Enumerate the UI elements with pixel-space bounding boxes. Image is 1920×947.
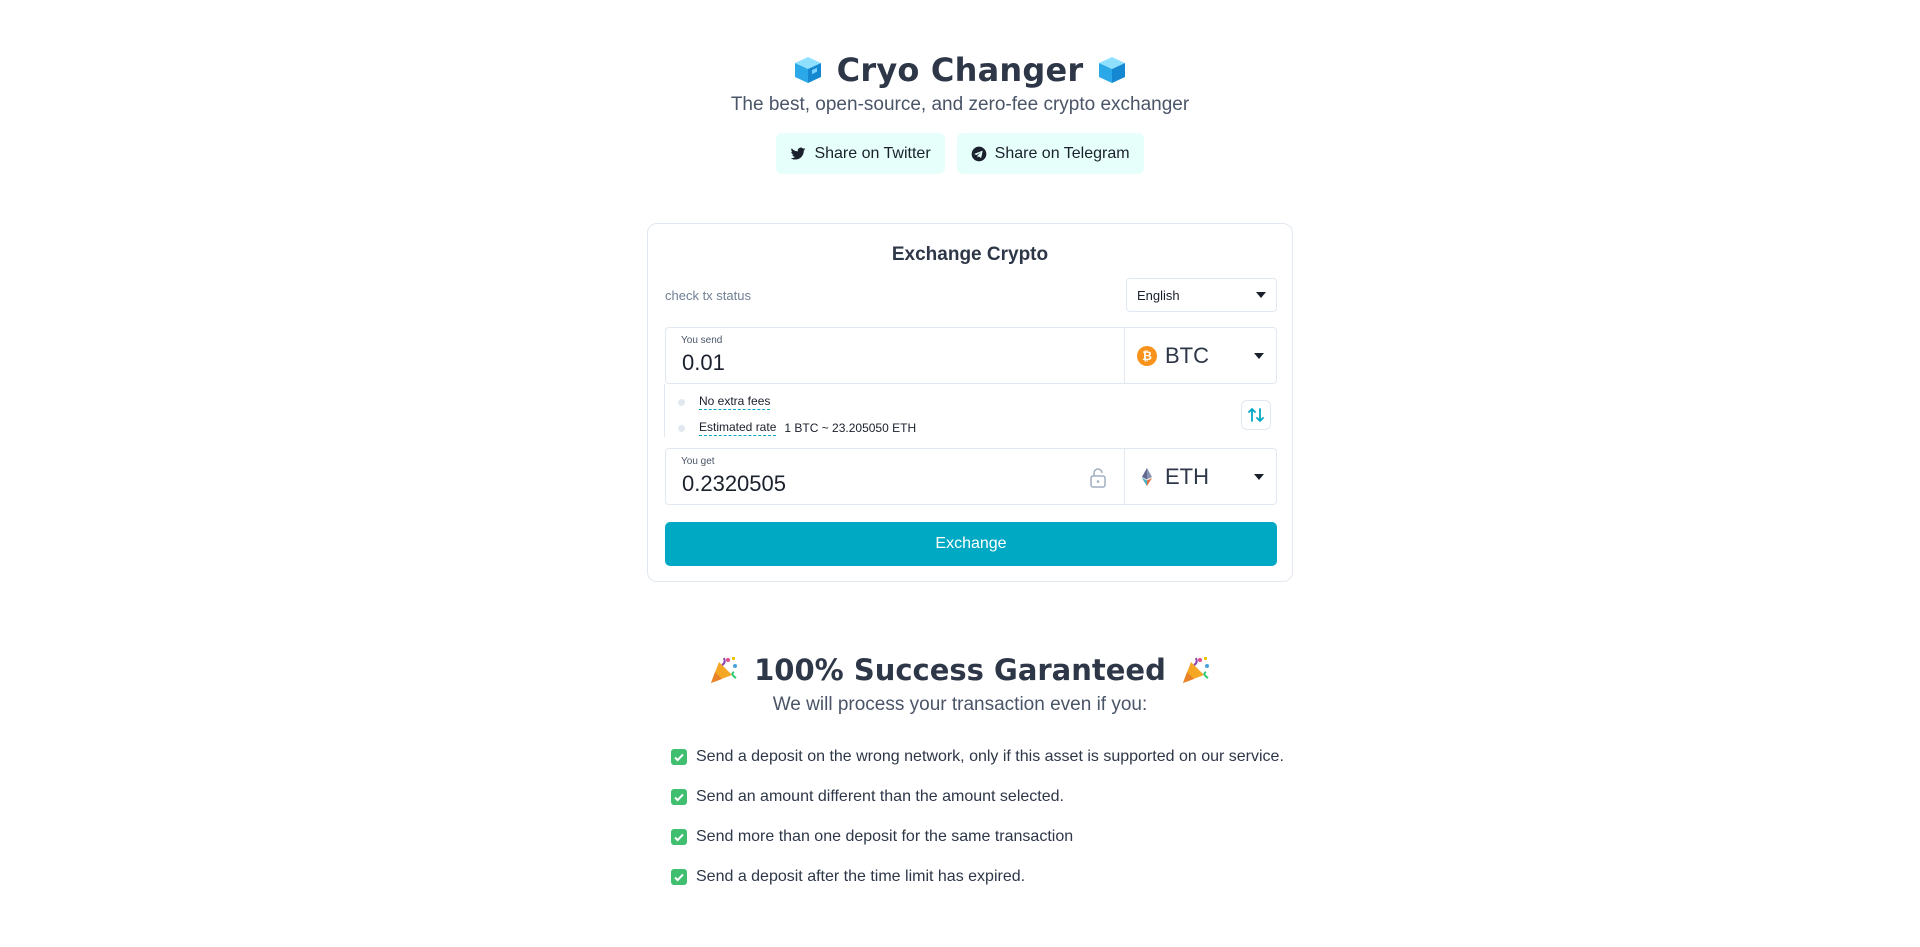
list-item: Send an amount different than the amount… — [671, 777, 1284, 817]
language-select[interactable]: English — [1126, 278, 1277, 312]
unlock-icon[interactable] — [1088, 467, 1108, 489]
share-telegram-label: Share on Telegram — [994, 144, 1130, 162]
party-popper-icon — [711, 657, 738, 683]
send-coin-select[interactable]: ₿ BTC — [1125, 328, 1276, 383]
ethereum-icon — [1142, 467, 1152, 486]
list-item: Send a deposit on the wrong network, onl… — [671, 737, 1284, 777]
chevron-down-icon — [1254, 473, 1264, 480]
twitter-icon — [791, 147, 806, 160]
send-coin-name: BTC — [1165, 342, 1209, 368]
check-mark-icon — [671, 749, 687, 765]
dot-icon — [678, 398, 685, 406]
check-mark-icon — [671, 829, 687, 845]
check-mark-icon — [671, 789, 687, 805]
share-telegram-button[interactable]: Share on Telegram — [956, 133, 1144, 174]
swap-button[interactable] — [1241, 400, 1271, 430]
language-value: English — [1137, 287, 1180, 303]
page-subtitle: The best, open-source, and zero-fee cryp… — [730, 94, 1190, 115]
list-item: Send more than one deposit for the same … — [671, 817, 1284, 857]
guarantee-list: Send a deposit on the wrong network, onl… — [671, 737, 1284, 897]
rate-label[interactable]: Estimated rate — [699, 420, 777, 436]
success-title-row: 100% Success Garanteed — [0, 652, 1920, 688]
rate-row: Estimated rate 1 BTC ~ 23.205050 ETH — [665, 420, 916, 436]
list-item-text: Send more than one deposit for the same … — [696, 828, 1074, 845]
check-mark-icon — [671, 869, 687, 885]
send-amount-value: 0.01 — [682, 350, 725, 375]
send-label: You send — [681, 335, 723, 346]
cube-icon — [1099, 57, 1126, 83]
no-fees-row: No extra fees — [665, 394, 771, 410]
exchange-card-title: Exchange Crypto — [891, 244, 1049, 265]
share-buttons: Share on Twitter Share on Telegram — [0, 133, 1920, 174]
get-amount-input[interactable]: You get 0.2320505 — [666, 449, 1125, 504]
chevron-down-icon — [1256, 292, 1266, 298]
get-label: You get — [681, 456, 715, 467]
page-header: Cryo Changer The best, open-source, and … — [0, 50, 1920, 116]
success-title: 100% Success Garanteed — [754, 653, 1166, 687]
list-item: Send a deposit after the time limit has … — [671, 857, 1284, 897]
success-subtitle: We will process your transaction even if… — [772, 694, 1148, 715]
chevron-down-icon — [1254, 352, 1264, 359]
party-popper-icon — [1182, 657, 1209, 683]
get-coin-name: ETH — [1165, 463, 1209, 489]
get-amount-value: 0.2320505 — [682, 471, 786, 496]
exchange-button[interactable]: Exchange — [665, 522, 1277, 566]
page-title: Cryo Changer — [836, 51, 1084, 89]
bitcoin-icon: ₿ — [1137, 345, 1157, 366]
no-fees-label[interactable]: No extra fees — [699, 394, 771, 410]
list-item-text: Send an amount different than the amount… — [696, 788, 1064, 805]
get-field: You get 0.2320505 ETH — [665, 448, 1277, 505]
title-row: Cryo Changer — [0, 50, 1920, 90]
send-field: You send 0.01 ₿ BTC — [665, 327, 1277, 384]
share-twitter-label: Share on Twitter — [814, 144, 931, 162]
get-coin-select[interactable]: ETH — [1125, 449, 1276, 504]
list-item-text: Send a deposit after the time limit has … — [696, 868, 1026, 885]
rate-value: 1 BTC ~ 23.205050 ETH — [784, 421, 917, 435]
telegram-icon — [971, 146, 986, 161]
cube-icon — [794, 57, 821, 83]
share-twitter-button[interactable]: Share on Twitter — [776, 133, 945, 174]
send-amount-input[interactable]: You send 0.01 — [666, 328, 1125, 383]
dot-icon — [678, 424, 685, 432]
swap-arrows-icon — [1248, 408, 1264, 422]
success-section: 100% Success Garanteed We will process y… — [0, 652, 1920, 716]
list-item-text: Send a deposit on the wrong network, onl… — [696, 748, 1284, 765]
check-tx-status-link[interactable]: check tx status — [665, 288, 751, 303]
exchange-card: Exchange Crypto check tx status English … — [647, 223, 1293, 582]
